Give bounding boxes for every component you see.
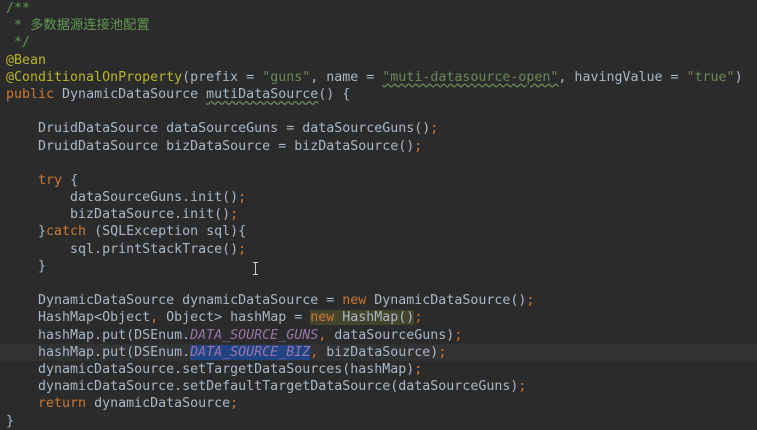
code-token: @ConditionalOnProperty <box>6 69 183 85</box>
code-token: ; <box>438 344 447 360</box>
code-line[interactable]: hashMap.put(DSEnum.DATA_SOURCE_BIZ, bizD… <box>0 343 757 361</box>
code-line[interactable]: hashMap.put(DSEnum.DATA_SOURCE_GUNS, dat… <box>6 327 757 344</box>
code-token: public <box>6 86 63 102</box>
mouse-ibeam-cursor-icon <box>253 262 258 275</box>
code-token: dynamicDataSource.setTargetDataSources(h… <box>6 361 415 377</box>
code-token: DynamicDataSource dynamicDataSource = <box>6 293 343 309</box>
code-token: { <box>70 172 79 188</box>
code-token: hashMap.put(DSEnum. <box>6 327 191 343</box>
code-token: Object> hashMap = <box>166 310 311 326</box>
code-line[interactable] <box>6 275 757 292</box>
code-token: ; <box>414 138 423 154</box>
code-token: */ <box>6 35 31 51</box>
code-token: , <box>310 344 327 360</box>
code-token: catch <box>46 224 95 240</box>
code-token: new <box>342 293 375 309</box>
code-line[interactable]: DruidDataSource bizDataSource = bizDataS… <box>6 138 757 155</box>
code-token: dataSourceGuns) <box>334 327 455 343</box>
code-line[interactable]: @ConditionalOnProperty(prefix = "guns", … <box>6 69 757 86</box>
code-token: "true" <box>686 69 735 85</box>
code-token: ; <box>430 121 439 137</box>
code-token: DynamicDataSource() <box>374 293 527 309</box>
code-token: @Bean <box>6 52 47 68</box>
code-token: "muti-datasource-open" <box>382 69 559 85</box>
code-token: () { <box>318 86 351 102</box>
code-token: dynamicDataSource.setDefaultTargetDataSo… <box>6 379 519 395</box>
code-token: DruidDataSource dataSourceGuns = dataSou… <box>6 121 431 137</box>
code-token: return <box>38 396 95 412</box>
code-token: try <box>38 172 71 188</box>
code-token: sql.printStackTrace() <box>6 241 239 257</box>
code-token: , havingValue = <box>558 69 687 85</box>
code-line[interactable]: DruidDataSource dataSourceGuns = dataSou… <box>6 120 757 137</box>
code-token: } <box>6 258 47 274</box>
code-token: } <box>6 224 47 240</box>
code-token: dynamicDataSource <box>94 396 231 412</box>
code-token: /** <box>6 1 31 16</box>
code-token: hashMap.put(DSEnum. <box>6 344 191 360</box>
code-token: ; <box>414 361 423 377</box>
code-token: ; <box>414 310 423 326</box>
code-line[interactable]: /** <box>6 0 757 17</box>
code-token: (SQLException sql){ <box>94 224 247 240</box>
code-token: , name = <box>310 69 383 85</box>
code-token: } <box>6 413 15 429</box>
code-token: ; <box>230 396 239 412</box>
code-line[interactable]: HashMap<Object, Object> hashMap = new Ha… <box>6 309 757 326</box>
code-token: ; <box>230 207 239 223</box>
code-token: mutiDataSource <box>206 86 319 102</box>
code-token: DATA_SOURCE_GUNS <box>190 327 319 343</box>
code-line[interactable]: dataSourceGuns.init(); <box>6 189 757 206</box>
code-editor[interactable]: /** * 多数据源连接池配置 */@Bean @ConditionalOnPro… <box>0 0 757 430</box>
code-line[interactable]: } <box>6 258 757 275</box>
code-token: HashMap() <box>342 310 415 326</box>
code-token: bizDataSource) <box>326 344 439 360</box>
code-token: dataSourceGuns.init() <box>6 190 239 206</box>
code-token: , <box>318 327 335 343</box>
code-line[interactable]: try { <box>6 172 757 189</box>
code-line[interactable]: sql.printStackTrace(); <box>6 241 757 258</box>
code-line[interactable]: dynamicDataSource.setDefaultTargetDataSo… <box>6 378 757 395</box>
code-token: ) <box>734 69 743 85</box>
code-token: HashMap<Object <box>6 310 151 326</box>
code-token: * 多数据源连接池配置 <box>6 18 150 34</box>
code-token: DynamicDataSource <box>62 86 207 102</box>
code-line[interactable]: * 多数据源连接池配置 <box>6 17 757 34</box>
code-line[interactable]: }catch (SQLException sql){ <box>6 223 757 240</box>
code-token: ; <box>238 241 247 257</box>
code-token: bizDataSource.init() <box>6 207 231 223</box>
code-token: DruidDataSource bizDataSource = bizDataS… <box>6 138 415 154</box>
code-token: (prefix = <box>182 69 263 85</box>
code-line[interactable]: public DynamicDataSource mutiDataSource(… <box>6 86 757 103</box>
code-token: ; <box>238 190 247 206</box>
code-token: , <box>150 310 167 326</box>
code-line[interactable] <box>6 103 757 120</box>
code-line[interactable]: */ <box>6 34 757 51</box>
code-line[interactable]: DynamicDataSource dynamicDataSource = ne… <box>6 292 757 309</box>
code-line[interactable]: } <box>6 413 757 430</box>
code-token: ; <box>454 327 463 343</box>
code-line[interactable] <box>6 155 757 172</box>
code-token: "guns" <box>262 69 311 85</box>
code-token: new <box>310 310 343 326</box>
code-line[interactable]: dynamicDataSource.setTargetDataSources(h… <box>6 361 757 378</box>
selected-text: DATA_SOURCE_BIZ <box>190 344 311 360</box>
code-line[interactable]: bizDataSource.init(); <box>6 206 757 223</box>
code-line[interactable]: return dynamicDataSource; <box>6 395 757 412</box>
code-line[interactable]: @Bean <box>6 52 757 69</box>
code-token: ; <box>526 293 535 309</box>
code-token: ; <box>518 379 527 395</box>
